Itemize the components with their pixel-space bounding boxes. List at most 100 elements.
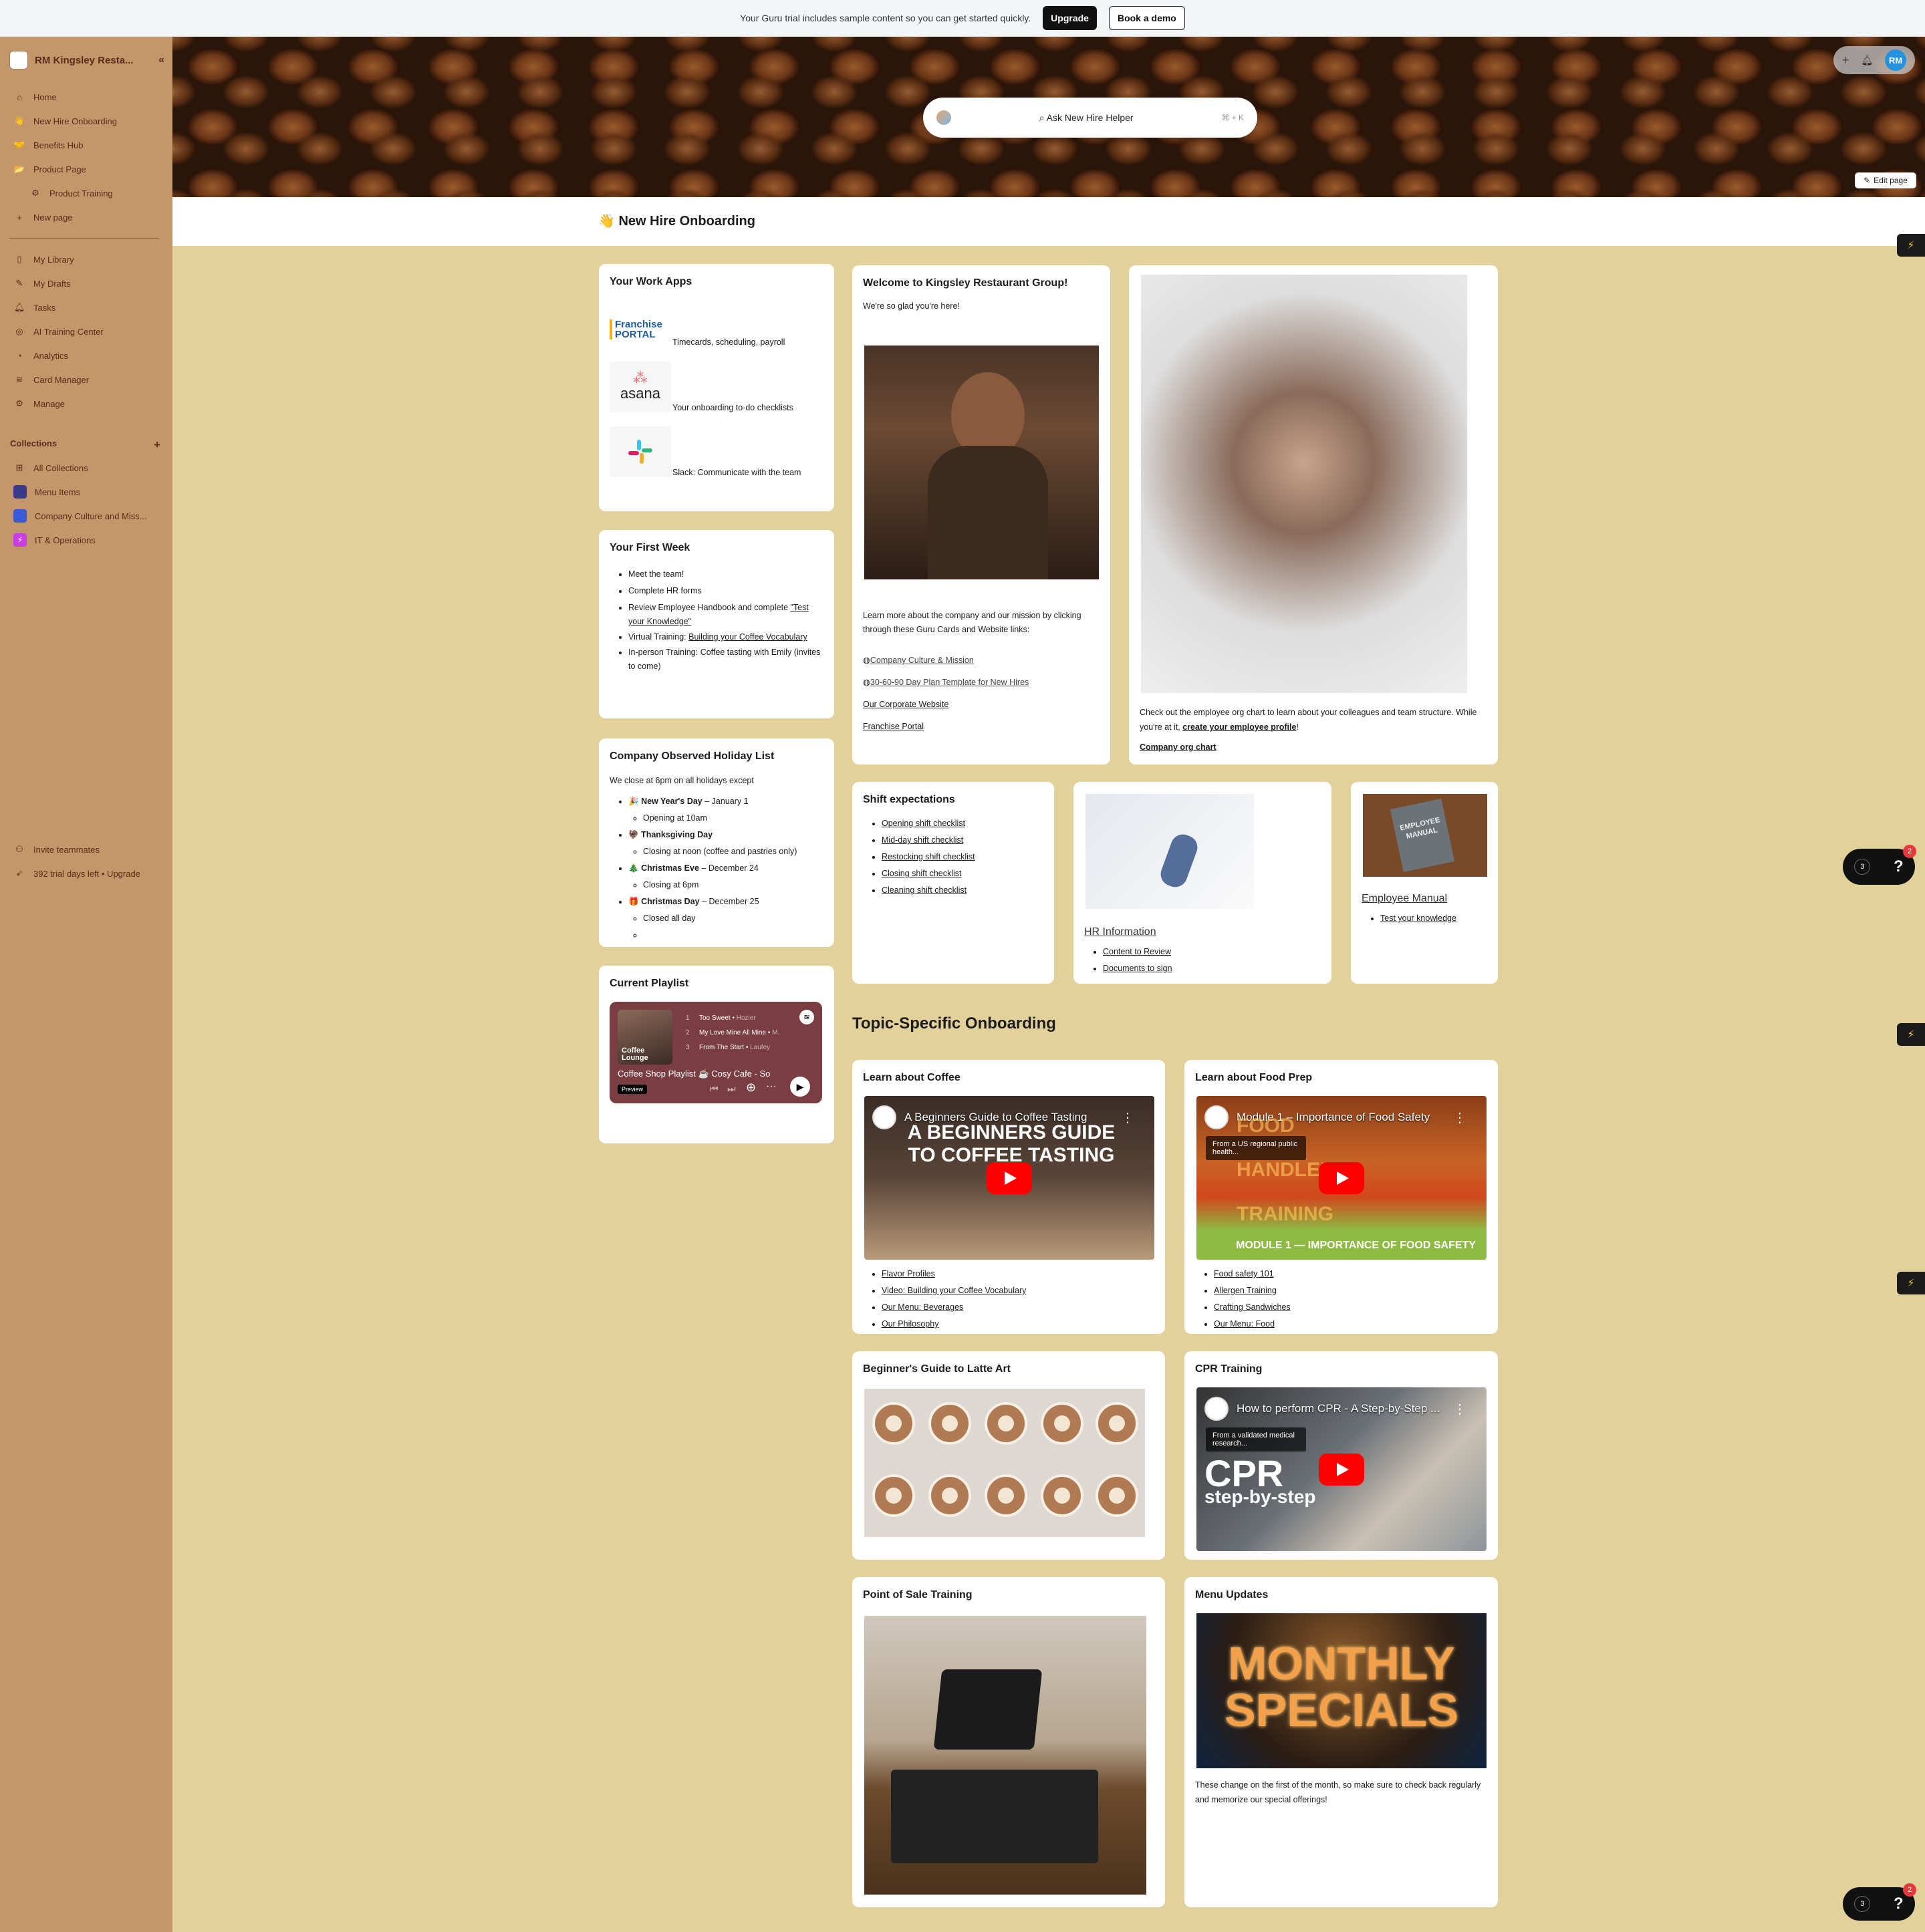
sidebar-item-tasks[interactable]: 🔔︎ Tasks bbox=[13, 299, 56, 316]
wave-emoji-icon: 👋 bbox=[13, 116, 25, 126]
sidebar-item-new-hire-onboarding[interactable]: 👋 New Hire Onboarding bbox=[13, 112, 117, 130]
sidebar-item-product-page[interactable]: 📂 Product Page bbox=[13, 160, 86, 178]
collapse-sidebar-icon[interactable]: « bbox=[158, 54, 164, 66]
app-asana[interactable]: ⁂ asana Your onboarding to-do checklists bbox=[610, 362, 793, 412]
track-list: 1 Too Sweet • Hozier 2 My Love Mine All Mi… bbox=[686, 1011, 779, 1055]
cpr-video[interactable]: How to perform CPR - A Step-by-Step ... … bbox=[1196, 1387, 1487, 1551]
preview-badge: Preview bbox=[618, 1085, 648, 1094]
team-card: Check out the employee org chart to lear… bbox=[1129, 265, 1498, 765]
corporate-website-link[interactable]: Our Corporate Website bbox=[863, 700, 948, 709]
org-chart-link[interactable]: Company org chart bbox=[1140, 742, 1487, 752]
help-button[interactable]: 3 ? 2 bbox=[1843, 845, 1916, 885]
day-plan-link[interactable]: 30-60-90 Day Plan Template for New Hires bbox=[870, 678, 1029, 687]
next-track-icon[interactable]: ⏭ bbox=[727, 1083, 736, 1095]
more-icon[interactable]: ⋮ bbox=[1453, 1401, 1466, 1417]
food-link[interactable]: Food safety 101 bbox=[1214, 1269, 1274, 1278]
sidebar-item-my-library[interactable]: ▯ My Library bbox=[13, 251, 74, 268]
create-profile-link[interactable]: create your employee profile bbox=[1182, 722, 1296, 732]
shift-checklist-link[interactable]: Mid-day shift checklist bbox=[882, 835, 963, 845]
sidebar-item-analytics[interactable]: ◔ Analytics bbox=[13, 347, 68, 364]
food-link[interactable]: Crafting Sandwiches bbox=[1214, 1302, 1291, 1312]
play-icon[interactable]: ▶ bbox=[790, 1077, 810, 1097]
lightning-action-icon[interactable]: ⚡︎ bbox=[1897, 234, 1925, 257]
sidebar-divider bbox=[9, 238, 159, 239]
coffee-link[interactable]: Video: Building your Coffee Vocabulary bbox=[882, 1286, 1026, 1295]
spotify-icon[interactable]: ≋ bbox=[799, 1010, 814, 1024]
play-icon[interactable] bbox=[1319, 1453, 1364, 1486]
search-placeholder: Ask New Hire Helper bbox=[1046, 112, 1134, 123]
coffee-link[interactable]: Flavor Profiles bbox=[882, 1269, 935, 1278]
welcome-card: Welcome to Kingsley Restaurant Group! We… bbox=[852, 265, 1110, 765]
play-icon[interactable] bbox=[1319, 1161, 1364, 1194]
app-franchise-portal[interactable]: Franchise PORTAL Timecards, scheduling, … bbox=[610, 304, 785, 355]
app-slack[interactable]: Slack: Communicate with the team bbox=[610, 426, 801, 477]
help-button[interactable]: 3 ? 2 bbox=[1843, 1883, 1916, 1921]
sidebar-item-ai-training-center[interactable]: ◎ AI Training Center bbox=[13, 323, 103, 340]
sidebar-item-home[interactable]: ⌂ Home bbox=[13, 88, 57, 106]
edit-page-button[interactable]: ✎ Edit page bbox=[1855, 172, 1916, 188]
user-avatar[interactable]: RM bbox=[1885, 49, 1907, 71]
lightning-action-icon[interactable]: ⚡︎ bbox=[1897, 1272, 1925, 1294]
food-link[interactable]: Our Menu: Food bbox=[1214, 1319, 1275, 1329]
coffee-link[interactable]: Our Menu: Beverages bbox=[882, 1302, 963, 1312]
employee-manual-link[interactable]: Employee Manual bbox=[1362, 893, 1487, 905]
coffee-vocabulary-link[interactable]: Building your Coffee Vocabulary bbox=[688, 632, 807, 642]
plus-icon: + bbox=[17, 212, 22, 223]
holiday-list: 🎉 New Year's Day – January 1 Opening at … bbox=[610, 793, 823, 944]
plus-icon[interactable]: + bbox=[1842, 53, 1849, 67]
test-knowledge-link[interactable]: Test your knowledge bbox=[1380, 914, 1456, 923]
more-icon[interactable]: ⋮ bbox=[1121, 1109, 1134, 1126]
track-row[interactable]: 1 Too Sweet • Hozier bbox=[686, 1011, 779, 1026]
sidebar-item-company-culture[interactable]: Company Culture and Miss... bbox=[13, 507, 147, 525]
sidebar-item-all-collections[interactable]: ⊞ All Collections bbox=[13, 459, 88, 476]
sidebar-item-manage[interactable]: ⚙ Manage bbox=[13, 395, 65, 412]
book-demo-button[interactable]: Book a demo bbox=[1108, 6, 1185, 30]
track-row[interactable]: 2 My Love Mine All Mine • M. bbox=[686, 1026, 779, 1041]
more-icon[interactable]: ⋮ bbox=[1453, 1109, 1466, 1126]
info-chip[interactable]: From a US regional public health... bbox=[1206, 1136, 1306, 1160]
prev-track-icon[interactable]: ⏮ bbox=[710, 1083, 719, 1095]
add-icon[interactable]: ⊕ bbox=[746, 1081, 756, 1095]
invite-teammates-button[interactable]: ⚇ Invite teammates bbox=[13, 841, 100, 858]
bell-icon[interactable]: 🔔︎ bbox=[1861, 55, 1873, 66]
shift-checklist-link[interactable]: Cleaning shift checklist bbox=[882, 885, 967, 895]
sidebar-item-it-operations[interactable]: ⚡︎ IT & Operations bbox=[13, 531, 96, 549]
food-link[interactable]: Allergen Training bbox=[1214, 1286, 1277, 1295]
info-chip[interactable]: From a validated medical research... bbox=[1206, 1427, 1306, 1452]
spotify-embed[interactable]: Coffee Lounge 1 Too Sweet • Hozier 2 My Lo… bbox=[610, 1002, 822, 1103]
sidebar-item-product-training[interactable]: ⚙ Product Training bbox=[29, 184, 113, 202]
add-collection-icon[interactable]: + bbox=[154, 438, 160, 452]
sidebar-item-menu-items[interactable]: Menu Items bbox=[13, 483, 80, 501]
upgrade-button[interactable]: Upgrade bbox=[1043, 6, 1097, 30]
sidebar-item-benefits-hub[interactable]: 🤝 Benefits Hub bbox=[13, 136, 84, 154]
add-user-icon: ⚇ bbox=[15, 844, 23, 854]
culture-mission-link[interactable]: Company Culture & Mission bbox=[870, 656, 974, 665]
card-title: Company Observed Holiday List bbox=[610, 750, 775, 762]
track-row[interactable]: 3 From The Start • Laufey bbox=[686, 1041, 779, 1055]
holiday-intro: We close at 6pm on all holidays except bbox=[610, 776, 754, 785]
lightning-action-icon[interactable]: ⚡︎ bbox=[1897, 1023, 1925, 1046]
shift-checklist-link[interactable]: Closing shift checklist bbox=[882, 869, 962, 878]
sidebar-item-card-manager[interactable]: ≋ Card Manager bbox=[13, 371, 90, 388]
hr-card: HR Information Content to Review Documen… bbox=[1073, 782, 1331, 984]
coffee-link[interactable]: Our Philosophy bbox=[882, 1319, 938, 1329]
more-icon[interactable]: ··· bbox=[766, 1081, 777, 1093]
work-apps-card: Your Work Apps Franchise PORTAL Timecard… bbox=[599, 264, 834, 511]
sidebar-item-new-page[interactable]: + New page bbox=[13, 209, 72, 226]
content-review-link[interactable]: Content to Review bbox=[1103, 947, 1171, 956]
card-title: Menu Updates bbox=[1195, 1589, 1269, 1601]
coffee-video[interactable]: A Beginners Guide to Coffee Tasting ⋮ A … bbox=[864, 1096, 1154, 1260]
sidebar-item-my-drafts[interactable]: ✎ My Drafts bbox=[13, 275, 71, 292]
franchise-portal-link[interactable]: Franchise Portal bbox=[863, 722, 924, 731]
shift-checklist-link[interactable]: Opening shift checklist bbox=[882, 819, 965, 828]
workspace-switcher[interactable]: RM Kingsley Resta... « bbox=[9, 50, 164, 70]
coffee-card: Learn about Coffee A Beginners Guide to … bbox=[852, 1060, 1165, 1334]
play-icon[interactable] bbox=[987, 1161, 1032, 1194]
shift-checklist-link[interactable]: Restocking shift checklist bbox=[882, 852, 975, 861]
food-safety-video[interactable]: Module 1 – Importance of Food Safety ⋮ F… bbox=[1196, 1096, 1487, 1260]
trial-days-upgrade[interactable]: ➶ 392 trial days left • Upgrade bbox=[13, 865, 140, 882]
documents-sign-link[interactable]: Documents to sign bbox=[1103, 964, 1172, 973]
franchise-portal-logo: Franchise PORTAL bbox=[610, 304, 671, 355]
hr-information-link[interactable]: HR Information bbox=[1084, 926, 1321, 938]
ask-ai-search[interactable]: ⌕ Ask New Hire Helper ⌘ + K bbox=[923, 98, 1257, 138]
